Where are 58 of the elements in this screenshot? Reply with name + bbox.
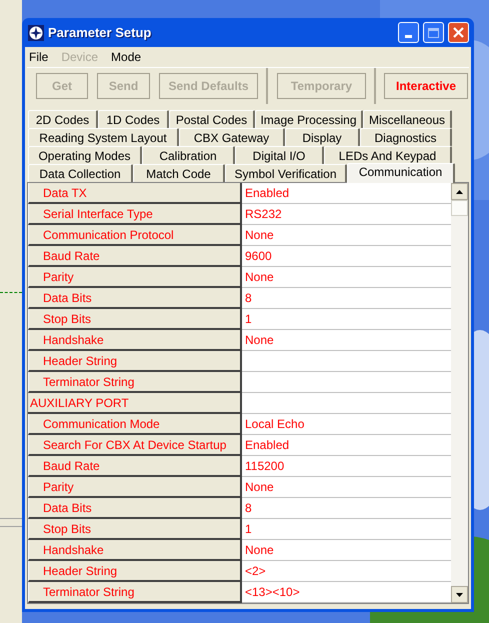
parameter-label: Stop Bits: [28, 519, 242, 540]
value-cell[interactable]: 1: [242, 309, 452, 330]
menu-item[interactable]: File: [29, 48, 48, 66]
value-cell[interactable]: None: [242, 477, 452, 498]
tab[interactable]: Symbol Verification: [225, 164, 347, 182]
parameter-label: Search For CBX At Device Startup: [28, 435, 242, 456]
section-header: AUXILIARY PORT: [28, 393, 242, 414]
value-cell[interactable]: <2>: [242, 561, 452, 582]
parameter-label: Baud Rate: [28, 246, 242, 267]
parameter-label: Data Bits: [28, 498, 242, 519]
parameter-label: Stop Bits: [28, 309, 242, 330]
tab[interactable]: Operating Modes: [28, 146, 142, 164]
value-cell[interactable]: 8: [242, 498, 452, 519]
value-cell[interactable]: None: [242, 225, 452, 246]
tab[interactable]: Data Collection: [28, 164, 133, 182]
parameter-label: Terminator String: [28, 372, 242, 393]
parameter-label: Handshake: [28, 540, 242, 561]
value-cell[interactable]: <13><10>: [242, 582, 452, 603]
tab[interactable]: CBX Gateway: [179, 128, 285, 146]
parameter-label: Header String: [28, 351, 242, 372]
value-cell[interactable]: None: [242, 540, 452, 561]
parameter-label: Data Bits: [28, 288, 242, 309]
tab[interactable]: Digital I/O: [235, 146, 324, 164]
parameter-label: Handshake: [28, 330, 242, 351]
parameter-label: Baud Rate: [28, 456, 242, 477]
window-title: Parameter Setup: [48, 24, 152, 42]
tab[interactable]: Postal Codes: [169, 110, 255, 128]
mode-button[interactable]: Interactive: [384, 73, 468, 99]
value-cell[interactable]: 8: [242, 288, 452, 309]
tab[interactable]: Display: [285, 128, 360, 146]
value-cell[interactable]: Local Echo: [242, 414, 452, 435]
tab[interactable]: Match Code: [133, 164, 225, 182]
value-cell[interactable]: RS232: [242, 204, 452, 225]
parameter-label: Data TX: [28, 183, 242, 204]
tab[interactable]: Reading System Layout: [28, 128, 179, 146]
tab[interactable]: Communication: [347, 163, 455, 183]
tab[interactable]: Miscellaneous: [363, 110, 452, 128]
parameter-label: Parity: [28, 477, 242, 498]
value-cell[interactable]: 9600: [242, 246, 452, 267]
parameter-label: Parity: [28, 267, 242, 288]
tab[interactable]: Image Processing: [255, 110, 363, 128]
value-cell[interactable]: Enabled: [242, 435, 452, 456]
tab[interactable]: 2D Codes: [28, 110, 98, 128]
tab[interactable]: Calibration: [142, 146, 235, 164]
value-cell[interactable]: 115200: [242, 456, 452, 477]
value-cell[interactable]: 1: [242, 519, 452, 540]
tab[interactable]: Diagnostics: [360, 128, 452, 146]
parameter-label: Serial Interface Type: [28, 204, 242, 225]
tab[interactable]: LEDs And Keypad: [324, 146, 452, 164]
parameter-label: Terminator String: [28, 582, 242, 603]
value-cell[interactable]: None: [242, 267, 452, 288]
parameter-label: Header String: [28, 561, 242, 582]
value-cell[interactable]: Enabled: [242, 183, 452, 204]
parameter-label: Communication Protocol: [28, 225, 242, 246]
parameter-label: Communication Mode: [28, 414, 242, 435]
value-cell[interactable]: None: [242, 330, 452, 351]
tab[interactable]: 1D Codes: [98, 110, 169, 128]
menu-item[interactable]: Mode: [111, 48, 142, 66]
